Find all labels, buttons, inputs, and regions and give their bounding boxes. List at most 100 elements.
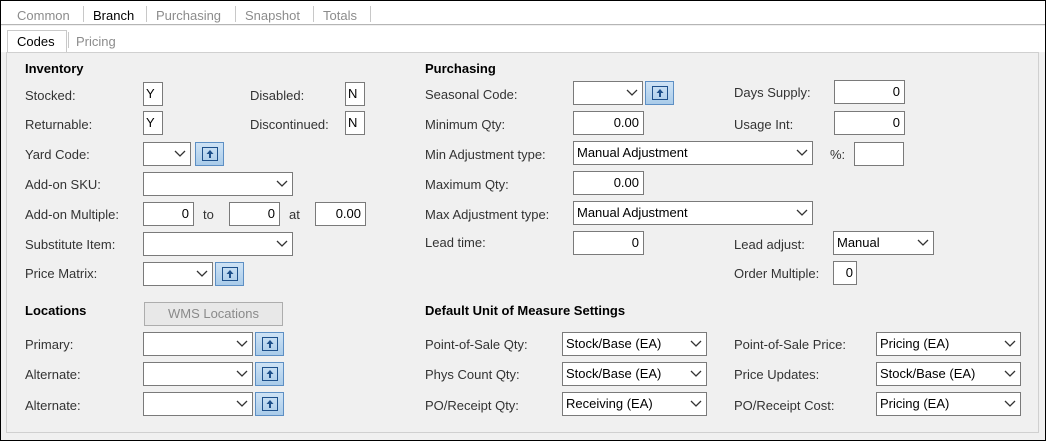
- price-updates-label: Price Updates:: [734, 367, 820, 382]
- chevron-down-icon: [690, 400, 702, 407]
- subtab-codes[interactable]: Codes: [17, 34, 55, 49]
- chevron-down-icon: [690, 370, 702, 377]
- returnable-field[interactable]: Y: [143, 111, 163, 135]
- lookup-arrow-icon: [262, 337, 278, 351]
- wms-locations-button[interactable]: WMS Locations: [144, 302, 283, 326]
- substitute-item-label: Substitute Item:: [25, 237, 116, 252]
- primary-location-label: Primary:: [25, 337, 74, 352]
- pos-price-value: Pricing (EA): [880, 336, 950, 351]
- lookup-arrow-icon: [262, 367, 278, 381]
- yard-code-label: Yard Code:: [25, 147, 90, 162]
- seasonal-code-combo[interactable]: [573, 81, 643, 105]
- discontinued-label: Discontinued:: [250, 117, 329, 132]
- stocked-field[interactable]: Y: [143, 82, 163, 106]
- lookup-arrow-icon: [652, 86, 668, 100]
- po-receipt-qty-label: PO/Receipt Qty:: [425, 398, 519, 413]
- at-label: at: [289, 207, 300, 222]
- chevron-down-icon: [1004, 370, 1016, 377]
- po-receipt-cost-value: Pricing (EA): [880, 396, 950, 411]
- stocked-label: Stocked:: [25, 88, 76, 103]
- po-receipt-cost-combo[interactable]: Pricing (EA): [876, 392, 1021, 416]
- lookup-arrow-icon: [262, 397, 278, 411]
- alternate-location-2-label: Alternate:: [25, 398, 81, 413]
- addon-multiple-from-field[interactable]: 0: [143, 202, 194, 226]
- pos-qty-combo[interactable]: Stock/Base (EA): [562, 332, 707, 356]
- price-matrix-lookup-button[interactable]: [215, 262, 244, 286]
- max-adjustment-type-label: Max Adjustment type:: [425, 207, 550, 222]
- alternate-location-1-combo[interactable]: [143, 362, 253, 386]
- addon-multiple-to-field[interactable]: 0: [229, 202, 280, 226]
- substitute-item-combo[interactable]: [143, 232, 293, 256]
- disabled-label: Disabled:: [250, 88, 305, 103]
- lead-time-label: Lead time:: [425, 235, 486, 250]
- addon-sku-label: Add-on SKU:: [25, 177, 101, 192]
- tab-common[interactable]: Common: [17, 8, 70, 23]
- usage-int-field[interactable]: 0: [834, 111, 905, 135]
- yard-code-lookup-button[interactable]: [195, 142, 224, 166]
- tab-snapshot[interactable]: Snapshot: [245, 8, 300, 23]
- price-matrix-label: Price Matrix:: [25, 266, 98, 281]
- po-receipt-qty-value: Receiving (EA): [566, 396, 653, 411]
- tab-separator: [370, 6, 371, 22]
- chevron-down-icon: [236, 340, 248, 347]
- disabled-field[interactable]: N: [345, 82, 365, 106]
- pos-price-label: Point-of-Sale Price:: [734, 337, 846, 352]
- to-label: to: [203, 207, 214, 222]
- chevron-down-icon: [917, 239, 929, 246]
- discontinued-field[interactable]: N: [345, 111, 365, 135]
- percent-field[interactable]: [854, 142, 904, 166]
- tab-purchasing[interactable]: Purchasing: [156, 8, 221, 23]
- chevron-down-icon: [1004, 340, 1016, 347]
- alternate-location-2-lookup-button[interactable]: [255, 392, 284, 416]
- minimum-qty-label: Minimum Qty:: [425, 117, 506, 132]
- price-updates-combo[interactable]: Stock/Base (EA): [876, 362, 1021, 386]
- seasonal-code-lookup-button[interactable]: [645, 81, 674, 105]
- lead-time-field[interactable]: 0: [573, 231, 644, 255]
- locations-heading: Locations: [25, 303, 87, 318]
- inventory-heading: Inventory: [25, 61, 84, 76]
- chevron-down-icon: [236, 370, 248, 377]
- pos-qty-label: Point-of-Sale Qty:: [425, 337, 528, 352]
- alternate-location-1-lookup-button[interactable]: [255, 362, 284, 386]
- main-tab-bar: Common Branch Purchasing Snapshot Totals: [1, 1, 1045, 25]
- lead-adjust-combo[interactable]: Manual: [833, 231, 934, 255]
- pos-qty-value: Stock/Base (EA): [566, 336, 662, 351]
- primary-location-lookup-button[interactable]: [255, 332, 284, 356]
- chevron-down-icon: [690, 340, 702, 347]
- maximum-qty-label: Maximum Qty:: [425, 177, 509, 192]
- lead-adjust-label: Lead adjust:: [734, 237, 805, 252]
- days-supply-label: Days Supply:: [734, 85, 811, 100]
- chevron-down-icon: [626, 89, 638, 96]
- days-supply-field[interactable]: 0: [834, 80, 905, 104]
- primary-location-combo[interactable]: [143, 332, 253, 356]
- chevron-down-icon: [276, 180, 288, 187]
- max-adjustment-type-combo[interactable]: Manual Adjustment: [573, 201, 813, 225]
- tab-totals[interactable]: Totals: [323, 8, 357, 23]
- subtab-pricing[interactable]: Pricing: [76, 34, 116, 49]
- pos-price-combo[interactable]: Pricing (EA): [876, 332, 1021, 356]
- po-receipt-qty-combo[interactable]: Receiving (EA): [562, 392, 707, 416]
- addon-sku-combo[interactable]: [143, 172, 293, 196]
- minimum-qty-field[interactable]: 0.00: [573, 111, 644, 135]
- tab-branch[interactable]: Branch: [93, 8, 134, 23]
- tab-separator: [235, 6, 236, 22]
- addon-multiple-at-field[interactable]: 0.00: [315, 202, 366, 226]
- min-adjustment-type-combo[interactable]: Manual Adjustment: [573, 141, 813, 165]
- alternate-location-2-combo[interactable]: [143, 392, 253, 416]
- maximum-qty-field[interactable]: 0.00: [573, 171, 644, 195]
- min-adjustment-type-label: Min Adjustment type:: [425, 147, 546, 162]
- tab-separator: [146, 6, 147, 22]
- min-adjustment-type-value: Manual Adjustment: [577, 145, 688, 160]
- chevron-down-icon: [1004, 400, 1016, 407]
- po-receipt-cost-label: PO/Receipt Cost:: [734, 398, 835, 413]
- purchasing-heading: Purchasing: [425, 61, 496, 76]
- chevron-down-icon: [196, 270, 208, 277]
- phys-count-qty-label: Phys Count Qty:: [425, 367, 520, 382]
- price-matrix-combo[interactable]: [143, 262, 213, 286]
- addon-multiple-label: Add-on Multiple:: [25, 207, 119, 222]
- chevron-down-icon: [276, 240, 288, 247]
- order-multiple-field[interactable]: 0: [833, 261, 857, 285]
- yard-code-combo[interactable]: [143, 142, 191, 166]
- phys-count-qty-combo[interactable]: Stock/Base (EA): [562, 362, 707, 386]
- seasonal-code-label: Seasonal Code:: [425, 87, 518, 102]
